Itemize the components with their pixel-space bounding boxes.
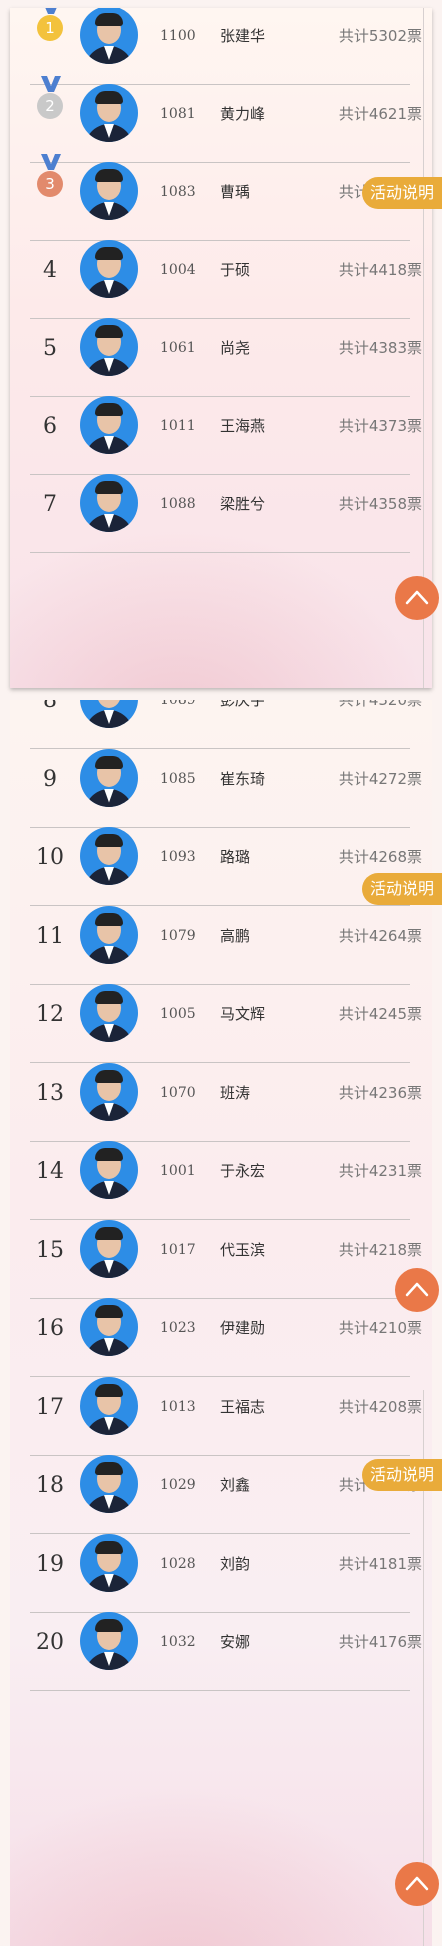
avatar[interactable] — [80, 1219, 138, 1278]
avatar[interactable] — [80, 984, 138, 1042]
avatar[interactable] — [80, 474, 138, 532]
avatar-hair — [95, 1383, 123, 1397]
avatar[interactable] — [80, 1298, 138, 1356]
avatar-head — [97, 700, 121, 708]
avatar[interactable] — [80, 240, 138, 298]
chevron-up-icon — [405, 1282, 429, 1297]
candidate-number: 1088 — [160, 496, 196, 512]
avatar-hair — [95, 991, 123, 1004]
avatar[interactable] — [80, 8, 138, 64]
back-to-top-button[interactable] — [395, 1862, 439, 1906]
avatar-hair — [95, 834, 123, 847]
avatar-hair — [95, 1069, 123, 1083]
candidate-name: 梁胜兮 — [220, 495, 266, 513]
candidate-number: 1032 — [160, 1634, 196, 1650]
avatar[interactable] — [80, 396, 138, 454]
avatar-hair — [95, 481, 123, 494]
avatar-hair — [95, 1540, 123, 1554]
activity-info-tab[interactable]: 活动说明 — [362, 873, 442, 905]
avatar-hair — [95, 325, 123, 338]
back-to-top-button[interactable] — [395, 1268, 439, 1312]
avatar[interactable] — [80, 84, 138, 142]
avatar-hair — [95, 91, 123, 104]
ranking-row[interactable]: 7 1088 梁胜兮 共计4358票 — [10, 456, 422, 553]
candidate-name: 安娜 — [220, 1633, 251, 1651]
avatar[interactable] — [80, 162, 138, 220]
avatar-hair — [95, 912, 123, 926]
chevron-up-icon — [405, 1876, 429, 1891]
medal-icon: 1 — [36, 8, 66, 42]
avatar[interactable] — [80, 1062, 138, 1121]
avatar-hair — [95, 1148, 123, 1161]
ribbon-icon — [41, 154, 61, 170]
activity-info-tab[interactable]: 活动说明 — [362, 177, 442, 209]
medal-rank: 2 — [37, 93, 63, 119]
avatar-hair — [95, 1305, 123, 1318]
avatar[interactable] — [80, 1533, 138, 1592]
ranking-panel-1: 11100张建华共计5302票21081黄力峰共计4621票31083曹瑀共计4… — [10, 8, 432, 688]
avatar-hair — [95, 1619, 123, 1632]
avatar[interactable] — [80, 1612, 138, 1670]
activity-info-tab[interactable]: 活动说明 — [362, 1459, 442, 1491]
avatar-hair — [95, 13, 123, 26]
avatar[interactable] — [80, 700, 138, 728]
avatar-hair — [95, 247, 123, 260]
medal-rank: 3 — [37, 171, 63, 197]
avatar[interactable] — [80, 905, 138, 964]
medal-icon: 2 — [36, 76, 66, 120]
background-hills — [10, 1786, 432, 1946]
avatar[interactable] — [80, 1141, 138, 1199]
row-divider — [30, 1690, 410, 1691]
rank-number: 7 — [43, 492, 57, 517]
avatar-hair — [95, 755, 123, 769]
ribbon-icon — [41, 76, 61, 92]
chevron-up-icon — [405, 590, 429, 605]
avatar[interactable] — [80, 318, 138, 376]
ranking-row[interactable]: 20 1032 安娜 共计4176票 — [10, 1594, 422, 1691]
avatar[interactable] — [80, 827, 138, 885]
avatar-hair — [95, 1462, 123, 1475]
back-to-top-button[interactable] — [395, 576, 439, 620]
avatar[interactable] — [80, 1455, 138, 1513]
medal-icon: 3 — [36, 154, 66, 198]
row-divider — [30, 552, 410, 553]
medal-rank: 1 — [37, 15, 63, 41]
rank-number: 20 — [36, 1630, 64, 1655]
avatar[interactable] — [80, 748, 138, 807]
avatar-hair — [95, 169, 123, 182]
avatar[interactable] — [80, 1376, 138, 1435]
avatar-hair — [95, 1226, 123, 1240]
vote-count: 共计4358票 — [338, 495, 422, 513]
avatar-hair — [95, 403, 123, 416]
vote-count: 共计4176票 — [338, 1633, 422, 1651]
